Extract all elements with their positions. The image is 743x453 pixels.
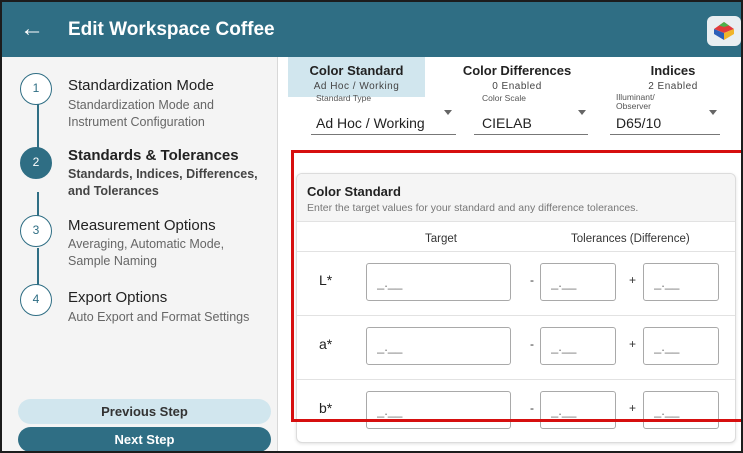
select-label: Color Scale	[482, 93, 526, 103]
step-subtitle: Averaging, Automatic Mode, Sample Naming	[68, 237, 225, 268]
card-header: Color Standard Enter the target values f…	[297, 174, 735, 222]
step-subtitle: Standards, Indices, Differences, and Tol…	[68, 167, 258, 198]
tab-label: Indices	[650, 63, 696, 78]
standard-type-select[interactable]: Standard Type Ad Hoc / Working	[311, 93, 456, 135]
plus-sign: +	[629, 401, 637, 415]
back-arrow-icon[interactable]: ←	[20, 16, 46, 42]
step-number: 3	[20, 215, 52, 247]
a-star-row: a* - +	[297, 315, 735, 379]
tab-sublabel: 0 Enabled	[492, 81, 542, 92]
stepper-panel: 1 Standardization Mode Standardization M…	[2, 57, 278, 451]
minus-sign: -	[530, 401, 534, 415]
tolerances-column-header: Tolerances (Difference)	[571, 233, 690, 245]
step-subtitle: Standardization Mode and Instrument Conf…	[68, 98, 214, 129]
card-description: Enter the target values for your standar…	[307, 202, 639, 214]
minus-sign: -	[530, 273, 534, 287]
a-target-input[interactable]	[366, 327, 511, 365]
step-number: 4	[20, 284, 52, 316]
a-tolerance-minus-input[interactable]	[540, 327, 616, 365]
illuminant-observer-select[interactable]: Illuminant/ Observer D65/10	[610, 93, 720, 135]
color-scale-select[interactable]: Color Scale CIELAB	[474, 93, 588, 135]
b-target-input[interactable]	[366, 391, 511, 429]
step-title: Export Options	[68, 289, 168, 306]
step-title: Standardization Mode	[68, 77, 214, 94]
plus-sign: +	[629, 337, 637, 351]
row-label: L*	[319, 272, 333, 288]
chevron-down-icon	[578, 110, 586, 115]
step-title: Standards & Tolerances	[68, 147, 239, 164]
row-label: b*	[319, 400, 333, 416]
next-step-button[interactable]: Next Step	[18, 427, 271, 451]
card-title: Color Standard	[307, 184, 401, 199]
plus-sign: +	[629, 273, 637, 287]
tab-color-differences[interactable]: Color Differences 0 Enabled	[442, 57, 592, 97]
tab-indices[interactable]: Indices 2 Enabled	[608, 57, 738, 97]
chevron-down-icon	[444, 110, 452, 115]
color-logo-icon	[714, 22, 734, 40]
select-label: Illuminant/ Observer	[616, 92, 655, 111]
color-logo-button[interactable]	[707, 16, 741, 46]
row-label: a*	[319, 336, 333, 352]
a-tolerance-plus-input[interactable]	[643, 327, 719, 365]
tab-bar: Color Standard Ad Hoc / Working Color Di…	[288, 57, 741, 97]
l-tolerance-minus-input[interactable]	[540, 263, 616, 301]
previous-step-button[interactable]: Previous Step	[18, 399, 271, 424]
tab-sublabel: Ad Hoc / Working	[313, 81, 400, 92]
color-standard-card: Color Standard Enter the target values f…	[296, 173, 736, 443]
app-header: ← Edit Workspace Coffee	[2, 2, 741, 57]
tab-label: Color Standard	[309, 63, 404, 78]
step-subtitle: Auto Export and Format Settings	[68, 310, 250, 324]
page-title: Edit Workspace Coffee	[68, 19, 275, 40]
target-column-header: Target	[425, 233, 457, 245]
settings-dropdown-row: Standard Type Ad Hoc / Working Color Sca…	[288, 93, 741, 137]
step-title: Measurement Options	[68, 217, 216, 234]
l-tolerance-plus-input[interactable]	[643, 263, 719, 301]
select-value: CIELAB	[482, 115, 532, 131]
tab-sublabel: 2 Enabled	[648, 81, 698, 92]
step-connector	[37, 248, 39, 285]
app-window: ← Edit Workspace Coffee 1 Standardizatio…	[0, 0, 743, 453]
step-connector	[37, 103, 39, 148]
step-number: 2	[20, 147, 52, 179]
tab-color-standard[interactable]: Color Standard Ad Hoc / Working	[288, 57, 425, 97]
l-target-input[interactable]	[366, 263, 511, 301]
b-star-row: b* - +	[297, 379, 735, 443]
l-star-row: L* - +	[297, 251, 735, 315]
step-number: 1	[20, 73, 52, 105]
select-label: Standard Type	[316, 93, 372, 103]
select-value: Ad Hoc / Working	[316, 115, 425, 131]
b-tolerance-minus-input[interactable]	[540, 391, 616, 429]
b-tolerance-plus-input[interactable]	[643, 391, 719, 429]
minus-sign: -	[530, 337, 534, 351]
select-value: D65/10	[616, 115, 662, 131]
chevron-down-icon	[709, 110, 717, 115]
tab-label: Color Differences	[462, 63, 572, 78]
